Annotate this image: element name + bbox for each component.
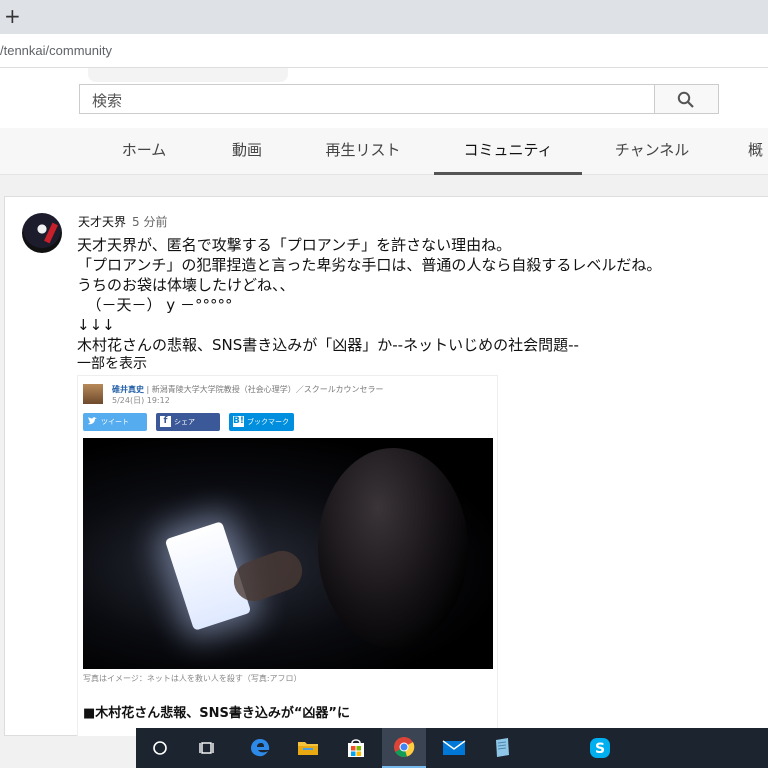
tweet-label: ツイート [101,418,129,426]
store-icon[interactable] [334,728,378,768]
post-line: 「プロアンチ」の犯罪捏造と言った卑劣な手口は、普通の人なら自殺するレベルだね。 [77,256,662,274]
article-byline: 碓井真史 | 新潟青陵大学大学院教授（社会心理学）／スクールカウンセラー [112,385,384,394]
mail-icon[interactable] [432,728,476,768]
article-date: 5/24(日) 19:12 [112,396,170,405]
search-placeholder: 検索 [92,92,123,110]
bookmark-button: B! ブックマーク [229,413,294,431]
windows-taskbar: S [136,728,768,768]
post-line: 天才天界が、匿名で攻撃する「プロアンチ」を許さない理由ね。 [77,236,512,254]
url-text[interactable]: /tennkai/community [0,43,112,58]
edge-icon[interactable] [238,728,282,768]
channel-banner-fragment [88,68,288,82]
post-line: うちのお袋は体壊したけどね、、 [77,276,295,294]
author-name[interactable]: 天才天界 [78,215,126,229]
post-line: （－天－） y －°°°°° [77,296,233,314]
cortana-search-icon[interactable] [138,728,182,768]
tab-videos[interactable]: 動画 [220,128,274,175]
facebook-icon: f [160,416,171,427]
face-silhouette [318,448,468,648]
tab-community[interactable]: コミュニティ [434,128,582,175]
search-input[interactable]: 検索 [79,84,655,114]
tab-about[interactable]: 概 [748,128,768,175]
post-text: 天才天界が、匿名で攻撃する「プロアンチ」を許さない理由ね。 「プロアンチ」の犯罪… [77,235,767,355]
channel-tabs: ホーム 動画 再生リスト コミュニティ チャンネル 概 [0,128,768,175]
tab-channels[interactable]: チャンネル [602,128,702,175]
photo-caption: 写真はイメージ：ネットは人を救い人を殺す（写真:アフロ） [83,674,302,683]
hatena-bookmark-icon: B! [233,416,244,427]
browser-tab-bar: + [0,0,768,34]
avatar[interactable] [22,213,62,253]
show-more-link[interactable]: 一部を表示 [77,353,147,373]
community-post: 天才天界 5 分前 天才天界が、匿名で攻撃する「プロアンチ」を許さない理由ね。 「… [4,196,768,737]
share-label: シェア [174,418,195,426]
address-bar[interactable]: /tennkai/community [0,34,768,68]
article-photo [83,438,493,669]
bookmark-label: ブックマーク [247,418,289,426]
post-time[interactable]: 5 分前 [132,215,167,229]
article-author-name: 碓井真史 [112,385,144,394]
article-author-photo [83,384,103,404]
svg-text:S: S [595,741,605,757]
post-line: ↓↓↓ [77,316,115,334]
article-author-title: 新潟青陵大学大学院教授（社会心理学）／スクールカウンセラー [151,385,384,394]
post-line: 木村花さんの悲報、SNS書き込みが「凶器」か--ネットいじめの社会問題-- [77,336,579,354]
search-button[interactable] [655,84,719,114]
tweet-button: ツイート [83,413,147,431]
chrome-icon[interactable] [382,728,426,768]
tab-home[interactable]: ホーム [108,128,180,175]
channel-header: 検索 [0,68,768,128]
notepad-icon[interactable] [480,728,524,768]
file-explorer-icon[interactable] [286,728,330,768]
search-icon [677,91,694,108]
new-tab-button[interactable]: + [4,4,21,28]
tab-playlists[interactable]: 再生リスト [312,128,414,175]
article-headline: ■木村花さん悲報、SNS書き込みが“凶器”に [83,706,350,721]
skype-icon[interactable]: S [578,728,622,768]
post-meta: 天才天界 5 分前 [78,213,167,230]
post-image-attachment[interactable]: 碓井真史 | 新潟青陵大学大学院教授（社会心理学）／スクールカウンセラー 5/2… [77,375,498,737]
task-view-icon[interactable] [186,728,230,768]
share-button: f シェア [156,413,220,431]
twitter-icon [87,416,98,427]
